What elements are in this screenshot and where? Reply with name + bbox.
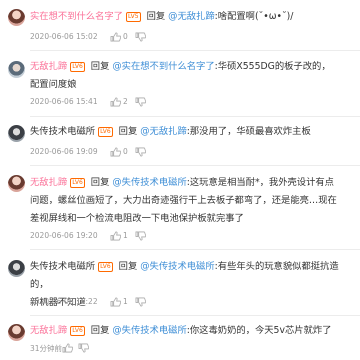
mention-link[interactable]: @无敌扎蹄 bbox=[140, 126, 187, 137]
comment-text: :华硕X555DG的板子改的， bbox=[214, 61, 331, 72]
username[interactable]: 无敌扎蹄 bbox=[30, 325, 67, 336]
level-badge: LV6 bbox=[70, 178, 85, 188]
reply-label: 回复 bbox=[146, 11, 166, 22]
like-count: 1 bbox=[123, 231, 128, 240]
reply-label: 回复 bbox=[118, 126, 138, 137]
level-badge: LV6 bbox=[70, 62, 85, 72]
avatar[interactable] bbox=[8, 9, 25, 26]
avatar[interactable] bbox=[8, 61, 25, 78]
username[interactable]: 实在想不到什么名字了 bbox=[30, 11, 123, 22]
username[interactable]: 失传技术电磁所 bbox=[30, 126, 95, 137]
thumb-down-icon[interactable] bbox=[135, 147, 146, 157]
divider bbox=[30, 165, 360, 166]
level-badge: LV5 bbox=[125, 12, 141, 22]
comment-text: :你这毒奶奶的，今天5v芯片就炸了 bbox=[186, 325, 332, 336]
avatar[interactable] bbox=[8, 260, 25, 277]
username[interactable]: 失传技术电磁所 bbox=[30, 261, 95, 272]
avatar[interactable] bbox=[8, 125, 25, 142]
mention-link[interactable]: @无敌扎蹄 bbox=[168, 11, 215, 22]
thumb-up-icon[interactable] bbox=[110, 297, 121, 307]
divider bbox=[30, 50, 360, 51]
level-badge: LV6 bbox=[98, 262, 113, 272]
mention-link[interactable]: @实在想不到什么名字了 bbox=[112, 61, 214, 72]
comment-text: :啥配置啊(˘•ω•˘)/ bbox=[214, 11, 294, 22]
comment-text-cont: 差视屏线和一个检流电阻改一下电池保护板就完事了 bbox=[30, 213, 244, 224]
comment-text-cont: 问题，螺丝位画短了，大力出奇迹强行干上去板子都弯了，还是能亮…现在 bbox=[30, 195, 337, 206]
mention-link[interactable]: @失传技术电磁所 bbox=[140, 261, 214, 272]
comment-text: :这玩意是相当耐*，我外壳设计有点 bbox=[186, 177, 334, 188]
timestamp: 2020-06-06 15:02 bbox=[30, 32, 98, 41]
avatar[interactable] bbox=[8, 324, 25, 341]
timestamp: 31分钟前 bbox=[30, 344, 63, 353]
timestamp: 2020-06-06 19:22 bbox=[30, 297, 98, 306]
mention-link[interactable]: @失传技术电磁所 bbox=[112, 325, 186, 336]
reply-label: 回复 bbox=[90, 177, 110, 188]
reply-label: 回复 bbox=[118, 261, 138, 272]
comment-text-cont: 配置问度娘 bbox=[30, 79, 77, 90]
thumb-down-icon[interactable] bbox=[78, 343, 89, 353]
thumb-up-icon[interactable] bbox=[110, 147, 121, 157]
timestamp: 2020-06-06 19:20 bbox=[30, 231, 98, 240]
reply-label: 回复 bbox=[90, 325, 110, 336]
timestamp: 2020-06-06 19:09 bbox=[30, 147, 98, 156]
username[interactable]: 无敌扎蹄 bbox=[30, 177, 67, 188]
like-count: 0 bbox=[123, 147, 128, 156]
thumb-up-icon[interactable] bbox=[110, 32, 121, 42]
reply-label: 回复 bbox=[90, 61, 110, 72]
divider bbox=[30, 249, 360, 250]
thumb-up-icon[interactable] bbox=[110, 231, 121, 241]
thumb-down-icon[interactable] bbox=[135, 297, 146, 307]
thumb-up-icon[interactable] bbox=[110, 97, 121, 107]
like-count: 0 bbox=[123, 32, 128, 41]
comment-text: :那没用了，华硕最喜欢炸主板 bbox=[186, 126, 311, 137]
thumb-up-icon[interactable] bbox=[62, 343, 73, 353]
timestamp: 2020-06-06 15:41 bbox=[30, 97, 98, 106]
thumb-down-icon[interactable] bbox=[135, 97, 146, 107]
level-badge: LV6 bbox=[70, 326, 85, 336]
avatar[interactable] bbox=[8, 175, 25, 192]
divider bbox=[30, 116, 360, 117]
thumb-down-icon[interactable] bbox=[135, 32, 146, 42]
mention-link[interactable]: @失传技术电磁所 bbox=[112, 177, 186, 188]
thumb-down-icon[interactable] bbox=[135, 231, 146, 241]
divider bbox=[30, 315, 360, 316]
username[interactable]: 无敌扎蹄 bbox=[30, 61, 67, 72]
like-count: 2 bbox=[123, 97, 128, 106]
level-badge: LV6 bbox=[98, 127, 113, 137]
like-count: 1 bbox=[123, 297, 128, 306]
